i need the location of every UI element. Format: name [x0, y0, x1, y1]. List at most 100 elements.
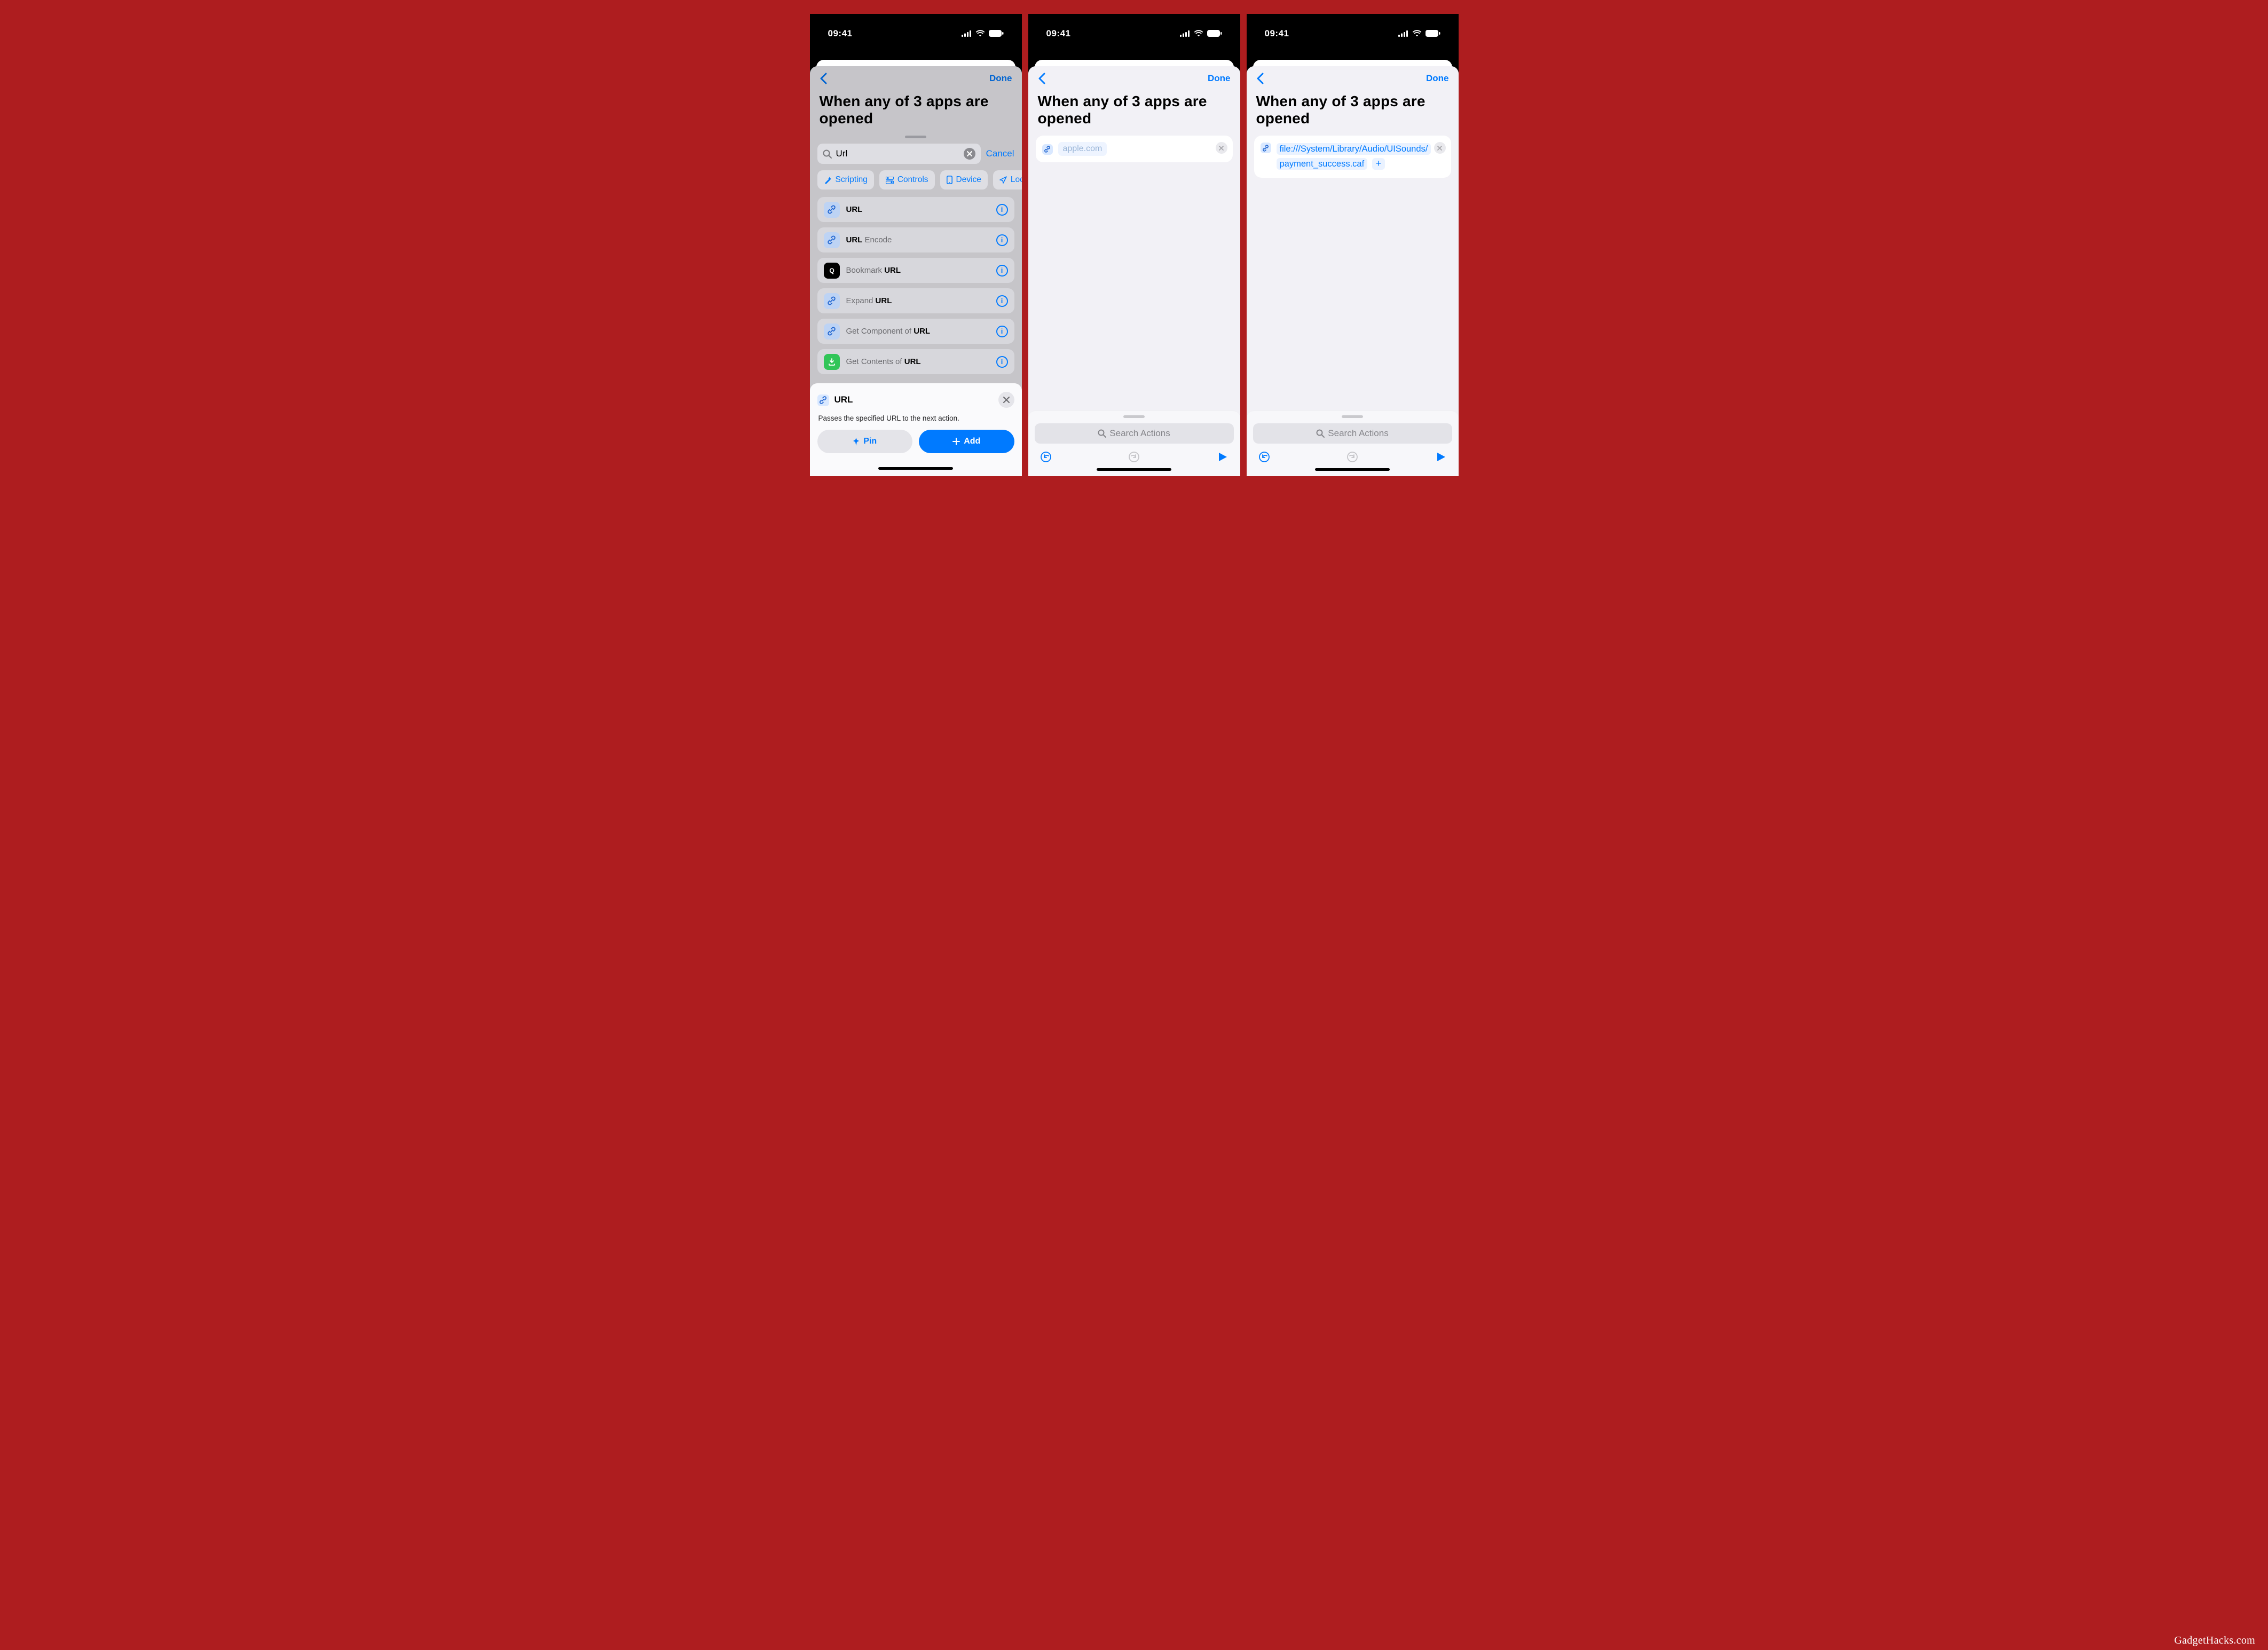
- wifi-icon: [1412, 30, 1422, 37]
- back-button[interactable]: [1256, 73, 1267, 84]
- redo-button: [1345, 450, 1359, 464]
- link-icon: [827, 235, 836, 244]
- info-button[interactable]: i: [996, 295, 1008, 307]
- url-value[interactable]: file:///System/Library/Audio/UISounds/ p…: [1277, 142, 1431, 171]
- info-button[interactable]: i: [996, 204, 1008, 216]
- add-button[interactable]: Add: [919, 430, 1014, 453]
- status-time: 09:41: [1265, 28, 1289, 39]
- clear-action-button[interactable]: [1216, 142, 1227, 154]
- search-icon: [823, 149, 832, 159]
- done-button[interactable]: Done: [1426, 73, 1449, 84]
- status-bar: 09:41: [1028, 14, 1240, 65]
- status-time: 09:41: [828, 28, 853, 39]
- wand-icon: [824, 176, 832, 184]
- status-bar: 09:41: [810, 14, 1022, 65]
- category-device[interactable]: Device: [940, 170, 988, 190]
- url-action-card[interactable]: apple.com: [1036, 136, 1233, 162]
- status-bar: 09:41: [1247, 14, 1459, 65]
- result-label: Bookmark URL: [846, 266, 990, 275]
- search-actions-label: Search Actions: [1328, 428, 1388, 439]
- result-label: URL: [846, 205, 990, 214]
- toolbar: [1035, 444, 1234, 465]
- status-icons: [1180, 30, 1222, 37]
- result-url[interactable]: URL i: [817, 197, 1014, 222]
- sheet-nav: Done: [1247, 66, 1459, 88]
- svg-text:Q: Q: [829, 267, 834, 274]
- pin-button[interactable]: Pin: [817, 430, 913, 453]
- toolbar: [1253, 444, 1452, 465]
- result-url-encode[interactable]: URL Encode i: [817, 227, 1014, 252]
- phone-screenshot-2: 09:41 Done When any of 3 apps are opened…: [1028, 14, 1240, 476]
- search-value: Url: [836, 148, 959, 159]
- grabber[interactable]: [905, 136, 926, 138]
- automation-sheet: Done When any of 3 apps are opened file:…: [1247, 66, 1459, 476]
- battery-icon: [1207, 30, 1222, 37]
- bottom-panel: Search Actions: [1247, 410, 1459, 476]
- cancel-button[interactable]: Cancel: [986, 148, 1014, 159]
- undo-button[interactable]: [1039, 450, 1053, 464]
- link-icon: [827, 327, 836, 336]
- location-icon: [999, 176, 1007, 184]
- search-actions-input[interactable]: Search Actions: [1253, 423, 1452, 444]
- automation-sheet: Done When any of 3 apps are opened apple…: [1028, 66, 1240, 476]
- phone-screenshot-1: 09:41 Done When any of 3 apps are opened…: [810, 14, 1022, 476]
- info-button[interactable]: i: [996, 265, 1008, 277]
- action-detail-sheet: URL Passes the specified URL to the next…: [810, 383, 1022, 476]
- clear-search-button[interactable]: [964, 148, 975, 160]
- url-action-card[interactable]: file:///System/Library/Audio/UISounds/ p…: [1254, 136, 1451, 177]
- close-detail-button[interactable]: [998, 392, 1014, 408]
- phone-screenshot-3: 09:41 Done When any of 3 apps are opened…: [1247, 14, 1459, 476]
- pin-icon: [853, 438, 860, 446]
- clear-action-button[interactable]: [1434, 142, 1446, 154]
- result-label: URL Encode: [846, 235, 990, 244]
- phone-icon: [947, 176, 952, 184]
- category-scripting[interactable]: Scripting: [817, 170, 874, 190]
- link-icon: [827, 296, 836, 305]
- search-actions-label: Search Actions: [1109, 428, 1170, 439]
- link-icon: [1262, 145, 1269, 152]
- cellular-icon: [1180, 30, 1190, 37]
- home-indicator: [1097, 468, 1171, 471]
- grabber[interactable]: [1342, 415, 1363, 418]
- battery-icon: [1426, 30, 1440, 37]
- status-icons: [962, 30, 1004, 37]
- run-button[interactable]: [1216, 450, 1230, 464]
- plus-icon: [952, 438, 960, 445]
- done-button[interactable]: Done: [1208, 73, 1231, 84]
- result-get-component[interactable]: Get Component of URL i: [817, 319, 1014, 344]
- url-placeholder[interactable]: apple.com: [1058, 142, 1107, 156]
- automation-title: When any of 3 apps are opened: [1247, 88, 1459, 136]
- app-icon: Q: [827, 266, 837, 275]
- search-icon: [1098, 429, 1106, 438]
- link-icon: [827, 205, 836, 214]
- status-time: 09:41: [1046, 28, 1071, 39]
- undo-button[interactable]: [1257, 450, 1271, 464]
- automation-sheet: Done When any of 3 apps are opened Url C…: [810, 66, 1022, 476]
- battery-icon: [989, 30, 1004, 37]
- search-actions-input[interactable]: Search Actions: [1035, 423, 1234, 444]
- search-input[interactable]: Url: [817, 144, 981, 164]
- back-button[interactable]: [1038, 73, 1049, 84]
- controls-icon: [886, 177, 894, 184]
- add-url-button[interactable]: +: [1372, 158, 1385, 170]
- info-button[interactable]: i: [996, 356, 1008, 368]
- watermark: GadgetHacks.com: [2174, 1635, 2255, 1647]
- link-icon: [819, 396, 827, 404]
- category-controls[interactable]: Controls: [879, 170, 935, 190]
- category-location[interactable]: Loca: [993, 170, 1022, 190]
- cellular-icon: [1398, 30, 1408, 37]
- result-label: Get Component of URL: [846, 327, 990, 336]
- grabber[interactable]: [1123, 415, 1145, 418]
- cellular-icon: [962, 30, 972, 37]
- wifi-icon: [975, 30, 985, 37]
- result-expand-url[interactable]: Expand URL i: [817, 288, 1014, 313]
- result-get-contents[interactable]: Get Contents of URL i: [817, 349, 1014, 374]
- info-button[interactable]: i: [996, 326, 1008, 337]
- info-button[interactable]: i: [996, 234, 1008, 246]
- status-icons: [1398, 30, 1440, 37]
- result-bookmark-url[interactable]: Q Bookmark URL i: [817, 258, 1014, 283]
- download-icon: [828, 358, 836, 366]
- run-button[interactable]: [1434, 450, 1448, 464]
- redo-button: [1127, 450, 1141, 464]
- result-label: Get Contents of URL: [846, 357, 990, 366]
